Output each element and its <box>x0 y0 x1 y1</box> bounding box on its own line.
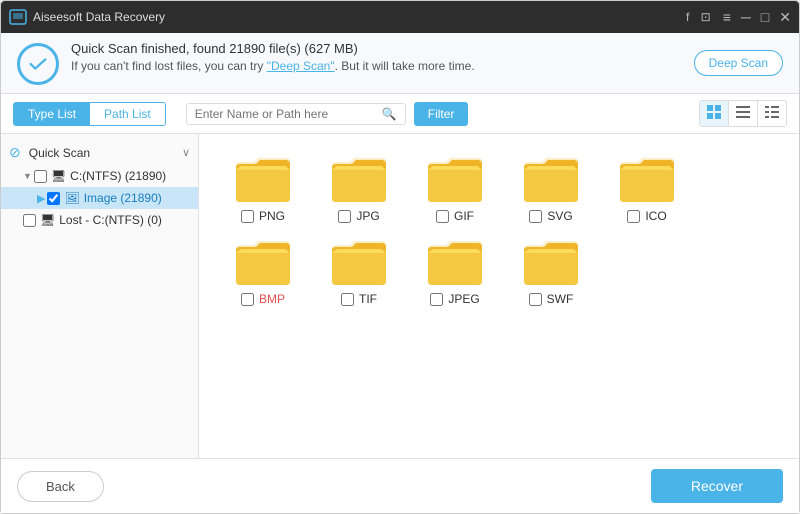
toolbar: Type List Path List 🔍 Filter <box>1 94 799 134</box>
file-item-ico[interactable]: ICO <box>599 146 695 229</box>
file-item-jpeg[interactable]: JPEG <box>407 229 503 312</box>
drive-icon: 🖥 <box>51 169 66 183</box>
expand-arrow: ▼ <box>23 171 32 181</box>
sidebar-item-quick-scan[interactable]: ⊘ Quick Scan ∨ <box>1 140 198 165</box>
folder-icon <box>426 239 484 287</box>
file-item-bottom: JPEG <box>430 292 479 306</box>
minimize-button[interactable]: ─ <box>741 9 751 25</box>
folder-icon <box>522 239 580 287</box>
social-icons: f ⊡ <box>686 10 711 24</box>
search-box: 🔍 <box>186 103 406 125</box>
search-input[interactable] <box>195 107 378 121</box>
file-item-bottom: PNG <box>241 209 285 223</box>
app-icon <box>9 8 27 26</box>
folder-icon <box>330 156 388 204</box>
header-left: Quick Scan finished, found 21890 file(s)… <box>17 41 475 85</box>
sidebar: ⊘ Quick Scan ∨ ▼ 🖥 C:(NTFS) (21890) ▶ 🖼 … <box>1 134 199 458</box>
chevron-icon: ∨ <box>182 146 190 159</box>
folder-icon <box>234 156 292 204</box>
file-item-bottom: GIF <box>436 209 474 223</box>
file-item-bottom: ICO <box>627 209 666 223</box>
quick-scan-icon: ⊘ <box>9 144 21 161</box>
view-tabs: Type List Path List <box>13 102 166 126</box>
file-label-ico: ICO <box>645 209 666 223</box>
header: Quick Scan finished, found 21890 file(s)… <box>1 33 799 94</box>
file-checkbox-png[interactable] <box>241 210 254 223</box>
main-content: ⊘ Quick Scan ∨ ▼ 🖥 C:(NTFS) (21890) ▶ 🖼 … <box>1 134 799 458</box>
file-checkbox-jpeg[interactable] <box>430 293 443 306</box>
sidebar-item-image[interactable]: ▶ 🖼 Image (21890) <box>1 187 198 209</box>
folder-icon <box>426 156 484 204</box>
selected-arrow: ▶ <box>37 192 45 205</box>
file-item-tif[interactable]: TIF <box>311 229 407 312</box>
folder-icon <box>618 156 676 204</box>
sidebar-item-lost[interactable]: 🖥 Lost - C:(NTFS) (0) <box>1 209 198 231</box>
header-text: Quick Scan finished, found 21890 file(s)… <box>71 41 475 73</box>
folder-icon <box>330 239 388 287</box>
file-grid: PNG JPG <box>199 134 799 458</box>
footer: Back Recover <box>1 458 799 513</box>
file-item-bottom: BMP <box>241 292 285 306</box>
status-message: Quick Scan finished, found 21890 file(s)… <box>71 41 475 56</box>
deep-scan-link[interactable]: "Deep Scan" <box>267 59 335 73</box>
file-label-png: PNG <box>259 209 285 223</box>
file-checkbox-bmp[interactable] <box>241 293 254 306</box>
file-item-bottom: SWF <box>529 292 574 306</box>
search-icon: 🔍 <box>382 107 397 121</box>
file-checkbox-ico[interactable] <box>627 210 640 223</box>
titlebar: Aiseesoft Data Recovery f ⊡ ≡ ─ □ ✕ <box>1 1 799 33</box>
file-label-tif: TIF <box>359 292 377 306</box>
file-item-bmp[interactable]: BMP <box>215 229 311 312</box>
recover-button[interactable]: Recover <box>651 469 783 503</box>
file-item-png[interactable]: PNG <box>215 146 311 229</box>
filter-button[interactable]: Filter <box>414 102 469 126</box>
hint-line: If you can't find lost files, you can tr… <box>71 59 475 73</box>
file-checkbox-swf[interactable] <box>529 293 542 306</box>
deep-scan-button[interactable]: Deep Scan <box>694 50 783 76</box>
lost-checkbox[interactable] <box>23 214 36 227</box>
file-label-jpeg: JPEG <box>448 292 479 306</box>
sidebar-item-c-ntfs[interactable]: ▼ 🖥 C:(NTFS) (21890) <box>1 165 198 187</box>
file-checkbox-tif[interactable] <box>341 293 354 306</box>
file-item-bottom: TIF <box>341 292 377 306</box>
app-window: Aiseesoft Data Recovery f ⊡ ≡ ─ □ ✕ Quic… <box>0 0 800 514</box>
file-item-bottom: JPG <box>338 209 379 223</box>
file-item-bottom: SVG <box>529 209 572 223</box>
menu-icon[interactable]: ≡ <box>723 9 731 25</box>
tab-path-list[interactable]: Path List <box>90 103 165 125</box>
file-label-bmp: BMP <box>259 292 285 306</box>
c-ntfs-checkbox[interactable] <box>34 170 47 183</box>
list-view-button[interactable] <box>729 101 758 126</box>
folder-icon <box>234 239 292 287</box>
file-label-swf: SWF <box>547 292 574 306</box>
lost-label: Lost - C:(NTFS) (0) <box>59 213 162 227</box>
status-icon <box>17 43 59 85</box>
file-checkbox-jpg[interactable] <box>338 210 351 223</box>
file-item-svg[interactable]: SVG <box>503 146 599 229</box>
folder-icon <box>522 156 580 204</box>
view-switcher <box>699 100 787 127</box>
image-label: Image (21890) <box>84 191 162 205</box>
file-item-gif[interactable]: GIF <box>407 146 503 229</box>
file-item-swf[interactable]: SWF <box>503 229 599 312</box>
c-ntfs-label: C:(NTFS) (21890) <box>70 169 166 183</box>
detail-view-button[interactable] <box>758 101 786 126</box>
grid-view-button[interactable] <box>700 101 729 126</box>
image-folder-icon: 🖼 <box>64 191 79 205</box>
file-label-jpg: JPG <box>356 209 379 223</box>
file-label-svg: SVG <box>547 209 572 223</box>
quick-scan-label: Quick Scan <box>29 146 90 160</box>
file-checkbox-svg[interactable] <box>529 210 542 223</box>
close-button[interactable]: ✕ <box>779 9 791 26</box>
maximize-button[interactable]: □ <box>761 9 769 25</box>
file-item-jpg[interactable]: JPG <box>311 146 407 229</box>
back-button[interactable]: Back <box>17 471 104 502</box>
lost-drive-icon: 🖥 <box>40 213 55 227</box>
file-checkbox-gif[interactable] <box>436 210 449 223</box>
image-checkbox[interactable] <box>47 192 60 205</box>
window-title: Aiseesoft Data Recovery <box>33 10 686 24</box>
tab-type-list[interactable]: Type List <box>14 103 90 125</box>
window-controls[interactable]: ≡ ─ □ ✕ <box>723 9 791 26</box>
file-label-gif: GIF <box>454 209 474 223</box>
